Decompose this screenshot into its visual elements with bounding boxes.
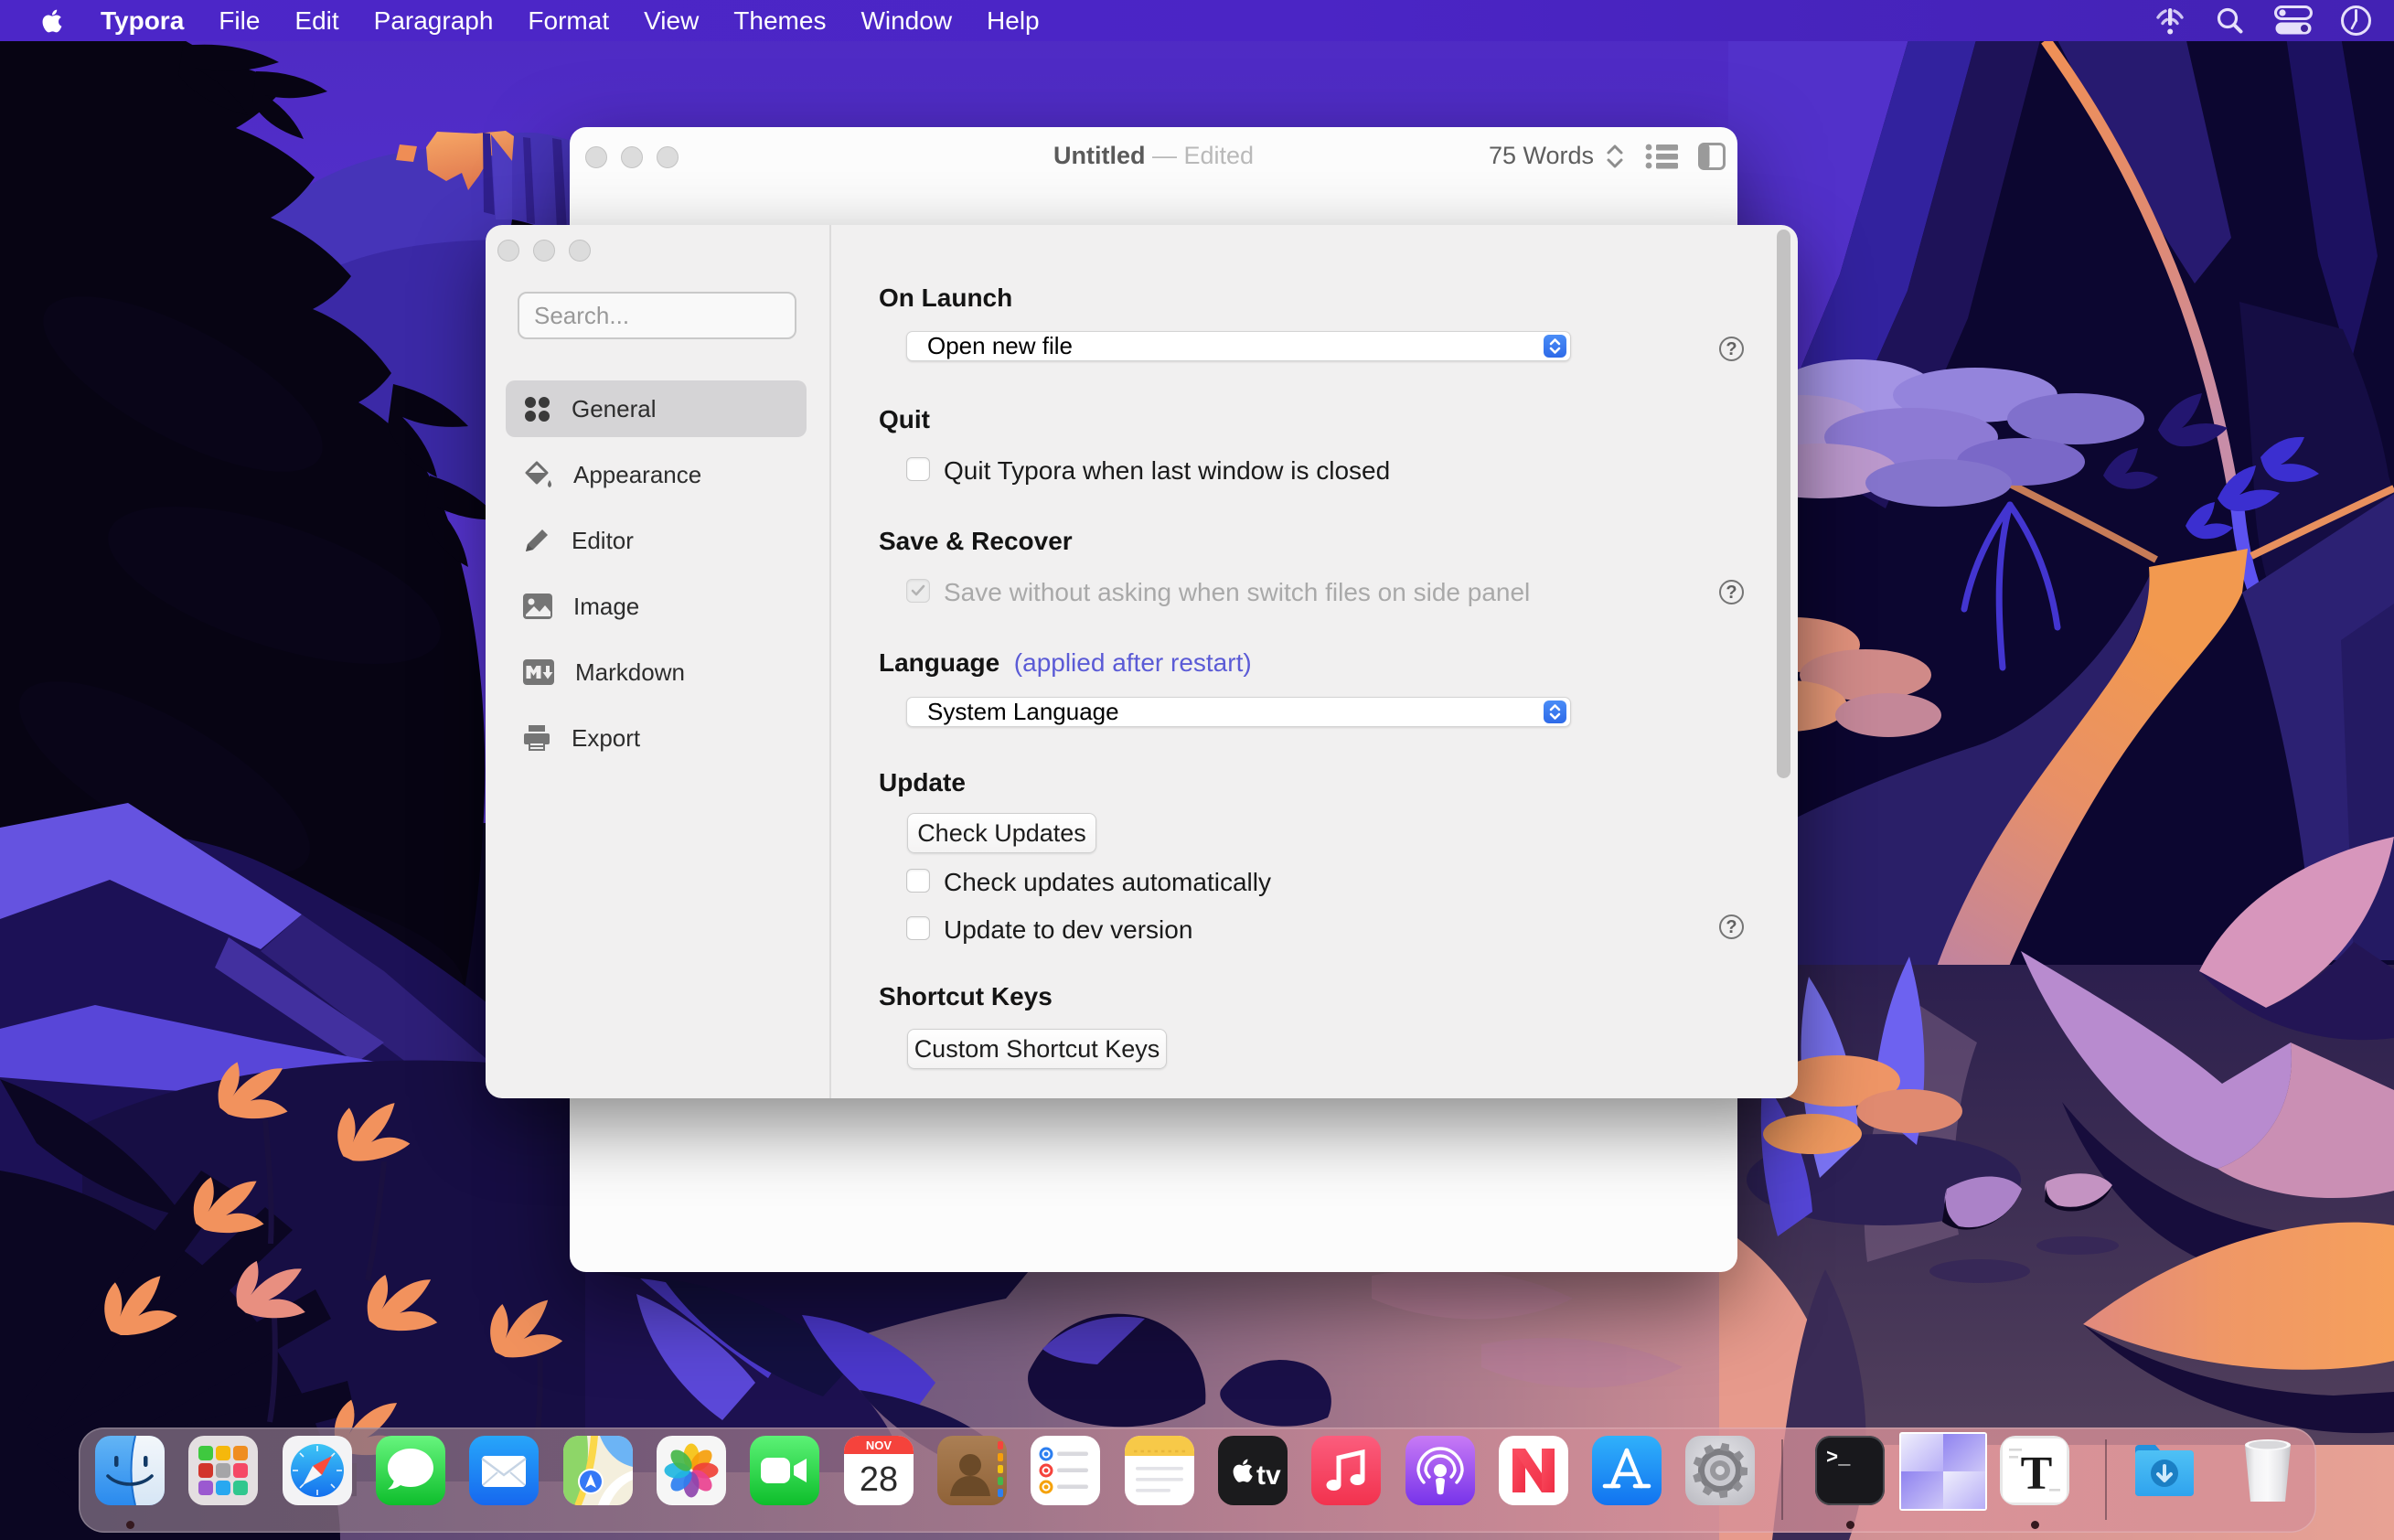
svg-text:28: 28 xyxy=(860,1460,898,1499)
svg-text:tv: tv xyxy=(1256,1460,1281,1491)
svg-text:T: T xyxy=(2021,1448,2053,1500)
svg-text:>_: >_ xyxy=(1826,1447,1851,1470)
svg-text:NOV: NOV xyxy=(866,1438,892,1452)
